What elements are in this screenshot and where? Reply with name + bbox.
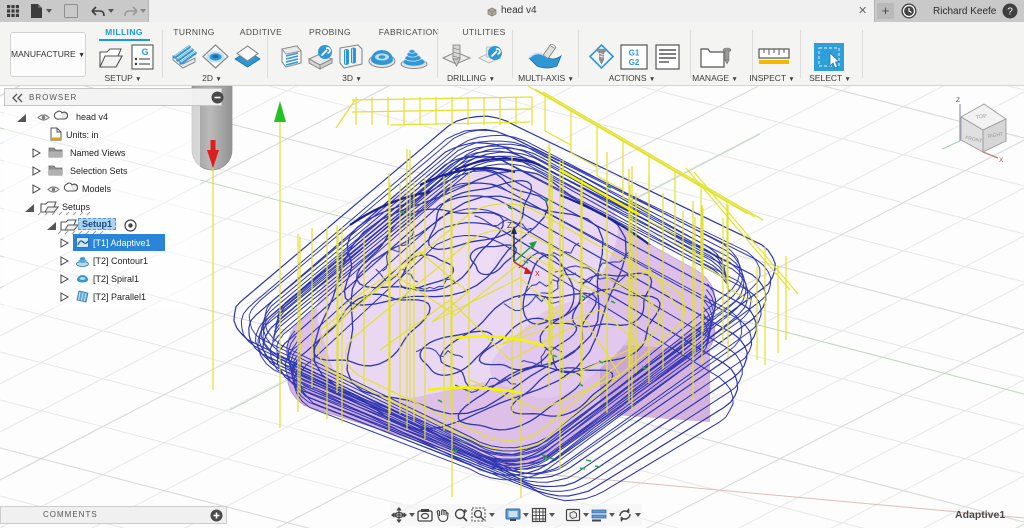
svg-text:Z: Z bbox=[956, 97, 960, 104]
svg-text:X: X bbox=[535, 271, 540, 278]
svg-text:Z: Z bbox=[507, 221, 512, 230]
svg-text:?: ? bbox=[1007, 7, 1013, 18]
svg-text:X: X bbox=[999, 157, 1004, 164]
svg-text:G2: G2 bbox=[629, 58, 640, 67]
svg-text:G1: G1 bbox=[629, 49, 640, 58]
svg-text:G: G bbox=[141, 47, 148, 57]
